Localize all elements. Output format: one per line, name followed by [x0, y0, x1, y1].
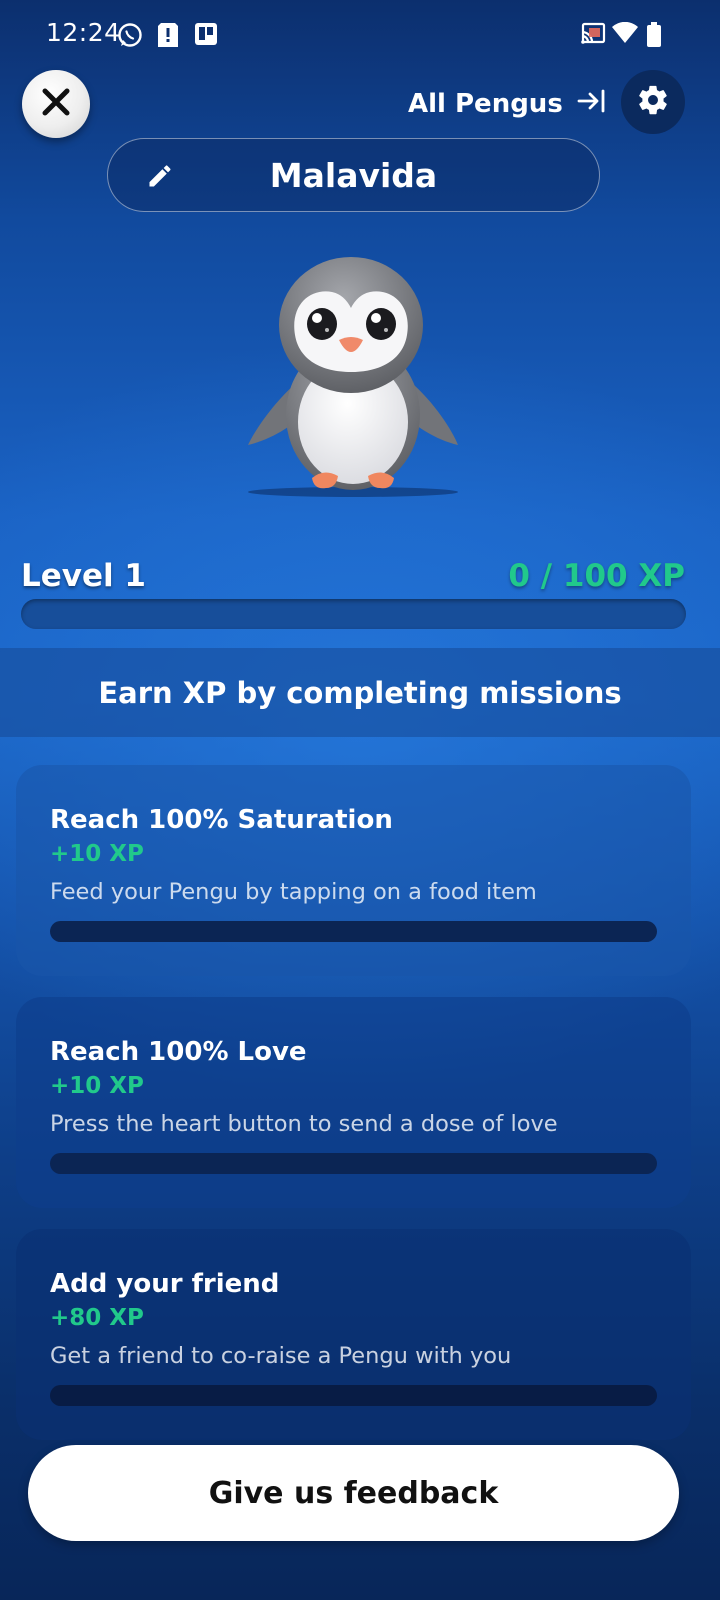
settings-button[interactable]: [621, 70, 685, 134]
missions-header: Earn XP by completing missions: [0, 648, 720, 737]
pengu-name-field[interactable]: Malavida: [107, 138, 600, 212]
status-time: 12:24: [46, 18, 121, 47]
penguin-avatar[interactable]: [240, 250, 470, 500]
mission-description: Feed your Pengu by tapping on a food ite…: [50, 879, 537, 905]
xp-progress-text: 0 / 100 XP: [508, 558, 685, 594]
trello-icon: [194, 22, 218, 50]
mission-card-saturation[interactable]: Reach 100% Saturation +10 XP Feed your P…: [16, 765, 691, 976]
pengu-name: Malavida: [269, 156, 438, 195]
arrow-to-bar-icon: [577, 88, 607, 121]
level-label: Level 1: [21, 558, 146, 594]
whatsapp-icon: [117, 22, 143, 52]
all-pengus-link[interactable]: All Pengus: [408, 84, 607, 124]
battery-icon: [646, 22, 662, 52]
close-icon: [41, 87, 71, 121]
give-feedback-button[interactable]: Give us feedback: [28, 1445, 679, 1541]
gear-icon: [636, 83, 670, 121]
mission-description: Get a friend to co-raise a Pengu with yo…: [50, 1343, 512, 1369]
mission-progress-bar: [50, 1153, 657, 1174]
mission-card-add-friend[interactable]: Add your friend +80 XP Get a friend to c…: [16, 1229, 691, 1440]
close-button[interactable]: [22, 70, 90, 138]
missions-title: Earn XP by completing missions: [98, 675, 622, 710]
mission-card-love[interactable]: Reach 100% Love +10 XP Press the heart b…: [16, 997, 691, 1208]
all-pengus-label: All Pengus: [408, 89, 563, 119]
mission-title: Reach 100% Love: [50, 1037, 307, 1067]
mission-progress-bar: [50, 921, 657, 942]
status-bar: 12:24: [0, 0, 720, 72]
mission-title: Reach 100% Saturation: [50, 805, 393, 835]
mission-reward: +10 XP: [50, 1073, 144, 1099]
mission-reward: +80 XP: [50, 1305, 144, 1331]
mission-title: Add your friend: [50, 1269, 280, 1299]
level-progress-bar: [21, 599, 686, 629]
mission-description: Press the heart button to send a dose of…: [50, 1111, 558, 1137]
mission-progress-bar: [50, 1385, 657, 1406]
mission-reward: +10 XP: [50, 841, 144, 867]
alert-icon: [157, 22, 179, 52]
wifi-icon: [612, 21, 638, 48]
cast-icon: [580, 22, 606, 50]
